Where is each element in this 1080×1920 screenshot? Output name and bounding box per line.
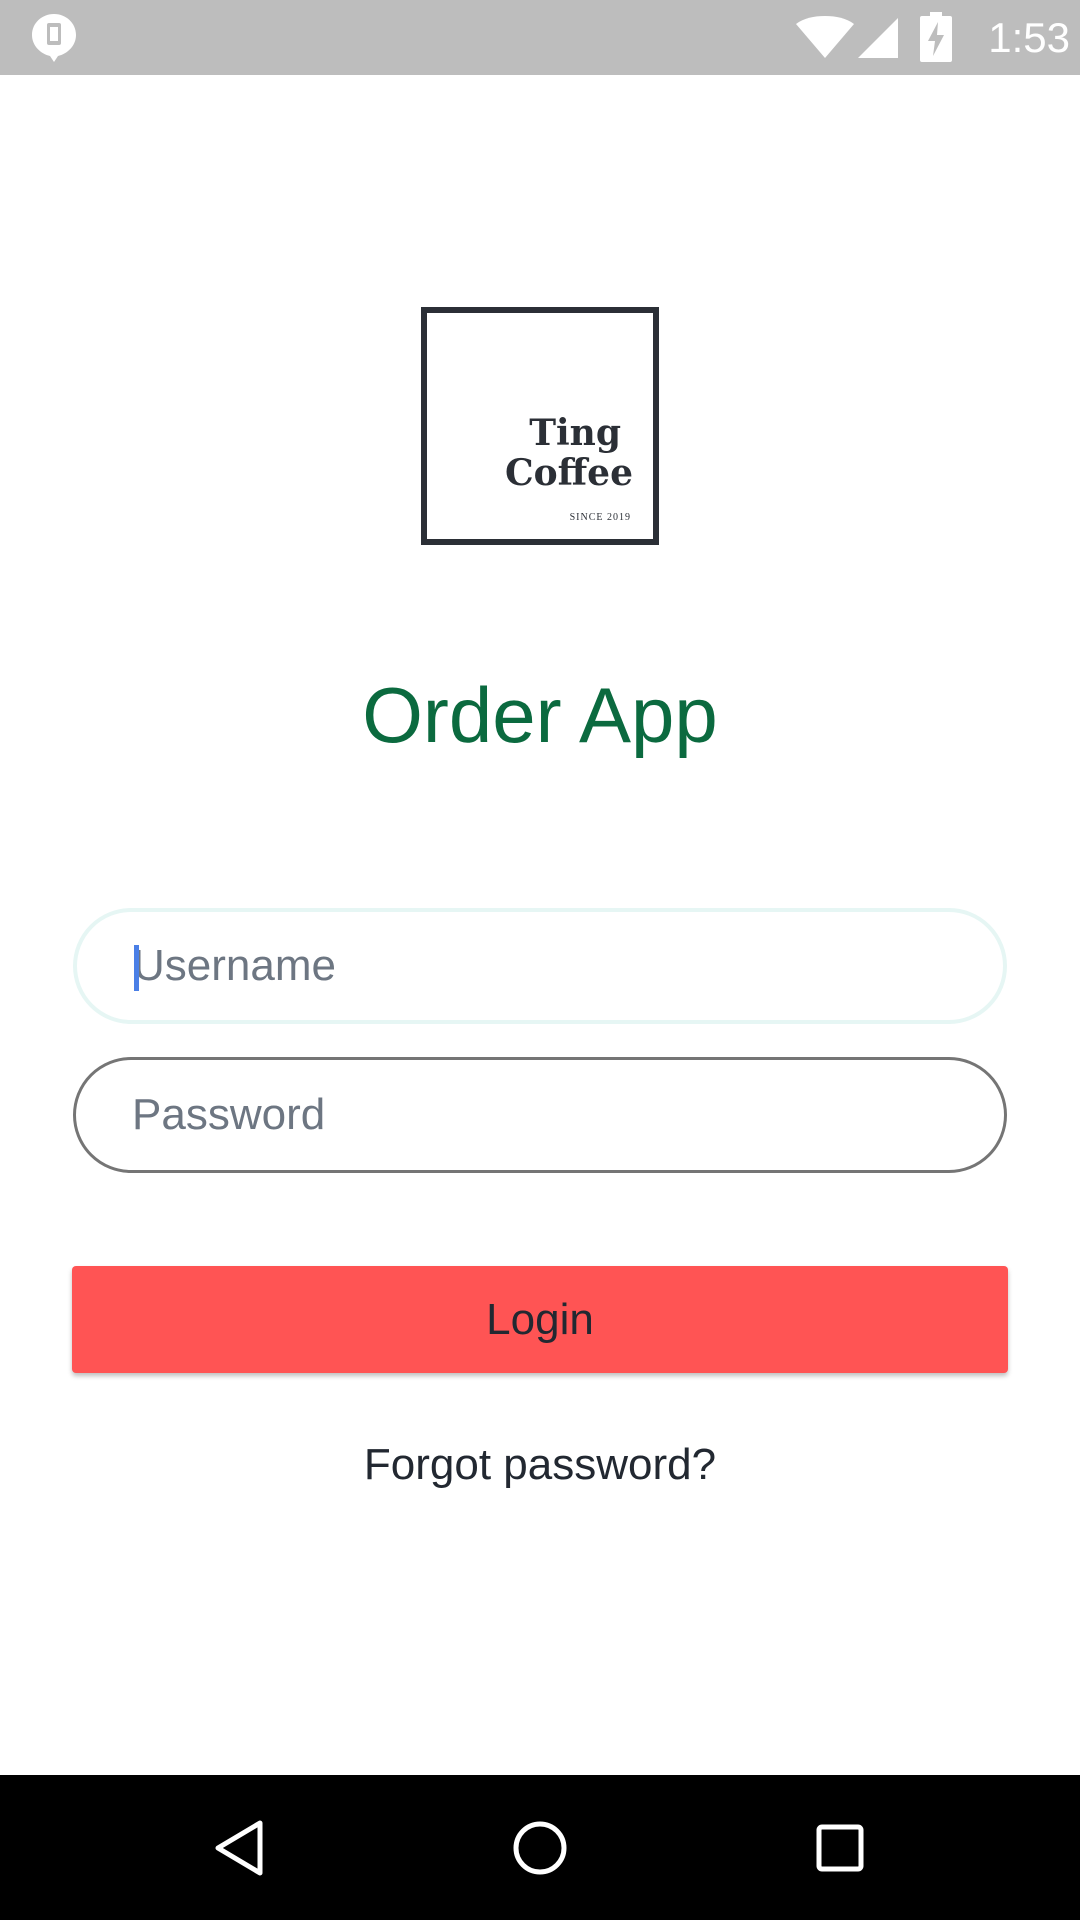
battery-charging-icon bbox=[920, 12, 952, 62]
status-clock: 1:53 bbox=[988, 14, 1070, 61]
logo-since-text: SINCE 2019 bbox=[569, 512, 631, 523]
logo-text-coffee: Coffee bbox=[504, 452, 633, 494]
login-screen: 1:53 Ting Coffee SINCE 2019 Order App Lo… bbox=[0, 0, 1080, 1920]
forgot-password-link[interactable]: Forgot password? bbox=[0, 1433, 1080, 1497]
username-field[interactable] bbox=[73, 908, 1007, 1024]
ting-coffee-logo: Ting Coffee SINCE 2019 bbox=[421, 307, 659, 545]
recents-icon bbox=[816, 1824, 864, 1871]
login-button[interactable]: Login bbox=[72, 1266, 1008, 1373]
wifi-icon bbox=[796, 16, 854, 58]
back-icon bbox=[215, 1820, 263, 1875]
logo-text-ting: Ting bbox=[529, 412, 621, 454]
status-bar: 1:53 bbox=[0, 0, 1080, 75]
app-title: Order App bbox=[362, 671, 718, 759]
home-icon bbox=[513, 1821, 567, 1874]
home-button[interactable] bbox=[460, 1775, 620, 1920]
username-input[interactable] bbox=[133, 912, 953, 1020]
text-cursor bbox=[134, 945, 139, 991]
notification-icon bbox=[32, 14, 76, 62]
signal-icon bbox=[858, 18, 898, 58]
back-button[interactable] bbox=[160, 1775, 320, 1920]
password-field[interactable] bbox=[73, 1057, 1007, 1173]
password-input[interactable] bbox=[132, 1060, 952, 1170]
recents-button[interactable] bbox=[760, 1775, 920, 1920]
navigation-bar bbox=[0, 1775, 1080, 1920]
